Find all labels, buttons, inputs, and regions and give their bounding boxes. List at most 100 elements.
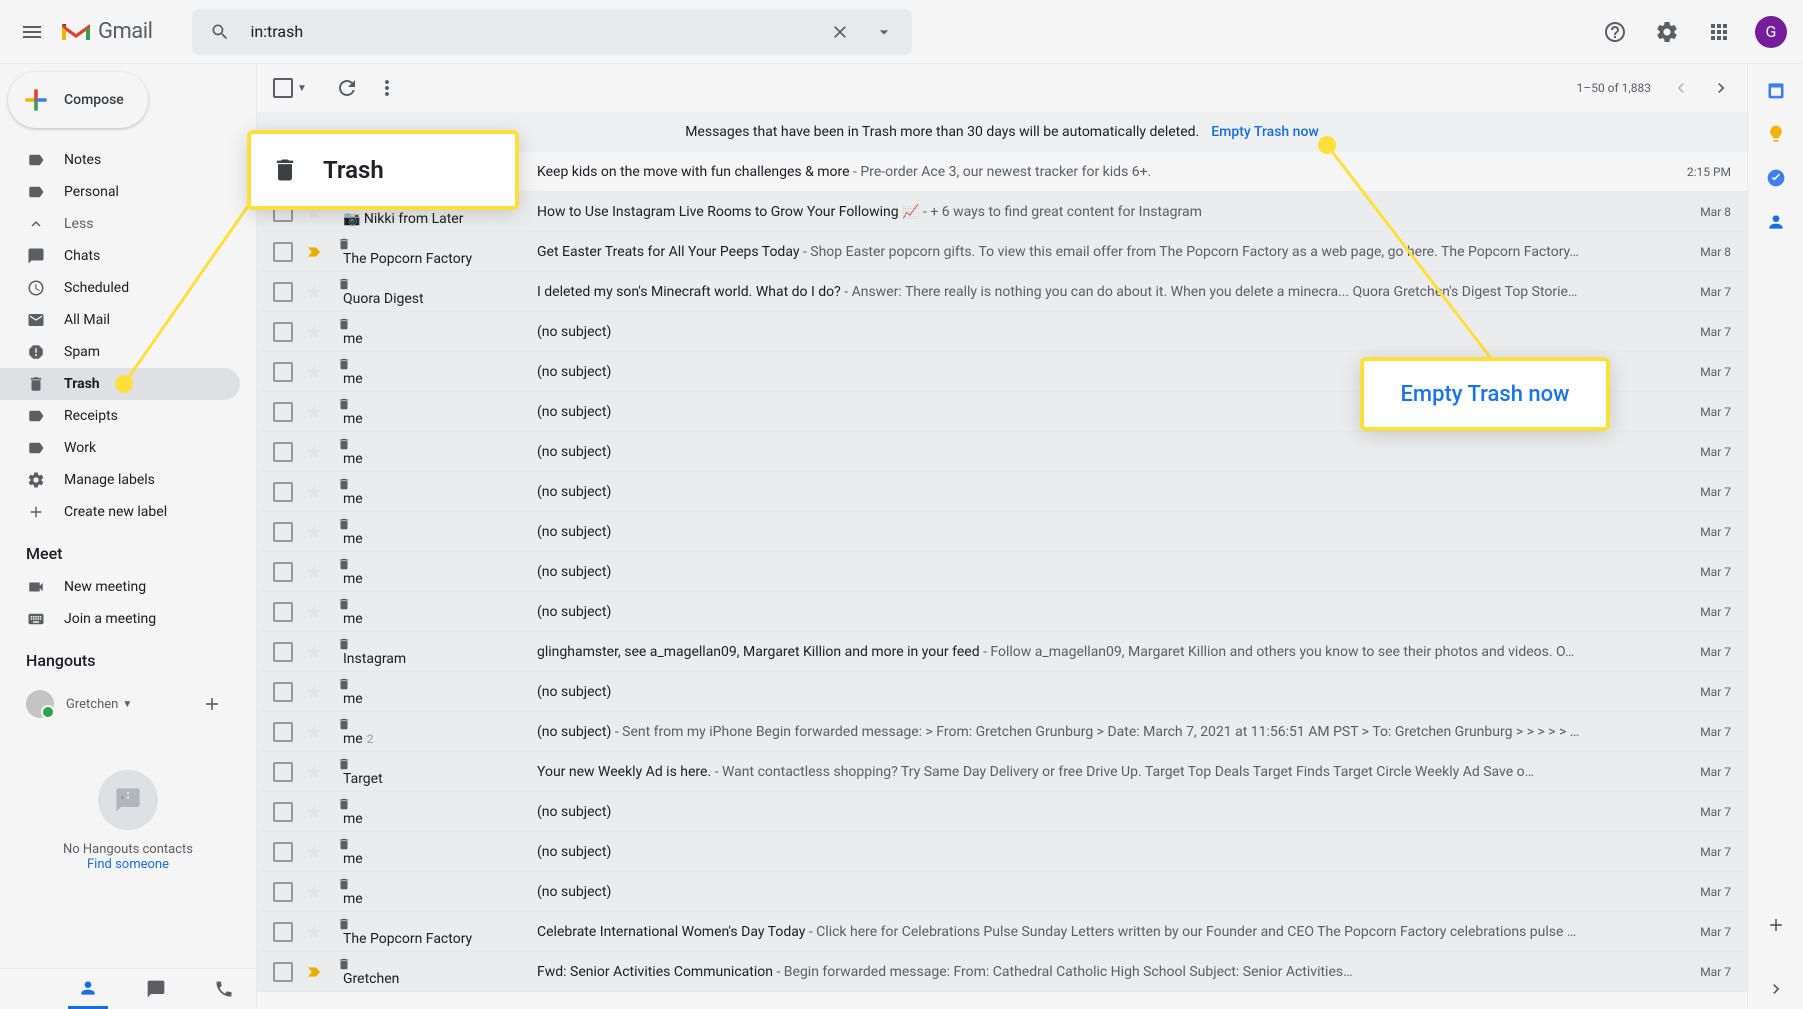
star-icon[interactable] <box>305 723 325 741</box>
mail-row[interactable]: The Popcorn FactoryCelebrate Internation… <box>257 912 1747 952</box>
star-icon[interactable] <box>305 483 325 501</box>
hangouts-tab-phone[interactable] <box>204 969 244 1009</box>
mail-row[interactable]: me(no subject)Mar 7 <box>257 352 1747 392</box>
star-icon[interactable] <box>305 283 325 301</box>
row-checkbox[interactable] <box>273 802 293 822</box>
search-icon[interactable] <box>198 10 242 54</box>
row-checkbox[interactable] <box>273 602 293 622</box>
contacts-addon-icon[interactable] <box>1766 212 1786 232</box>
mail-row[interactable]: Quora DigestI deleted my son's Minecraft… <box>257 272 1747 312</box>
search-bar[interactable] <box>192 9 912 55</box>
important-marker-icon[interactable] <box>305 963 325 981</box>
star-icon[interactable] <box>305 763 325 781</box>
row-checkbox[interactable] <box>273 962 293 982</box>
sidebar-item-scheduled[interactable]: Scheduled <box>0 272 240 304</box>
find-someone-link[interactable]: Find someone <box>20 857 236 872</box>
star-icon[interactable] <box>305 843 325 861</box>
mail-row[interactable]: me(no subject)Mar 7 <box>257 832 1747 872</box>
calendar-addon-icon[interactable] <box>1766 80 1786 100</box>
mail-row[interactable]: GretchenFwd: Senior Activities Communica… <box>257 952 1747 992</box>
mail-row[interactable]: TargetYour new Weekly Ad is here. - Want… <box>257 752 1747 792</box>
hangouts-tab-person[interactable] <box>68 969 108 1009</box>
row-checkbox[interactable] <box>273 842 293 862</box>
row-checkbox[interactable] <box>273 562 293 582</box>
clear-search-icon[interactable] <box>818 10 862 54</box>
mail-row[interactable]: me(no subject)Mar 7 <box>257 672 1747 712</box>
sidebar-item-spam[interactable]: Spam <box>0 336 240 368</box>
sidebar-item-create-new-label[interactable]: Create new label <box>0 496 240 528</box>
collapse-panel-button[interactable] <box>1766 979 1786 999</box>
sidebar-item-less[interactable]: Less <box>0 208 240 240</box>
mail-row[interactable]: The Popcorn FactoryGet Easter Treats for… <box>257 232 1747 272</box>
empty-trash-link[interactable]: Empty Trash now <box>1211 124 1319 140</box>
prev-page-button[interactable] <box>1671 78 1691 98</box>
row-checkbox[interactable] <box>273 722 293 742</box>
select-dropdown-icon[interactable]: ▼ <box>297 83 307 94</box>
star-icon[interactable] <box>305 683 325 701</box>
apps-button[interactable] <box>1695 8 1743 56</box>
search-options-icon[interactable] <box>862 10 906 54</box>
row-checkbox[interactable] <box>273 442 293 462</box>
mail-row[interactable]: Instagramglinghamster, see a_magellan09,… <box>257 632 1747 672</box>
account-avatar[interactable]: G <box>1755 16 1787 48</box>
sidebar-item-chats[interactable]: Chats <box>0 240 240 272</box>
mail-row[interactable]: me(no subject)Mar 7 <box>257 392 1747 432</box>
meet-item-new-meeting[interactable]: New meeting <box>0 571 240 603</box>
sidebar-item-personal[interactable]: Personal <box>0 176 240 208</box>
hangouts-self-row[interactable]: Gretchen ▼ <box>0 678 256 730</box>
row-checkbox[interactable] <box>273 682 293 702</box>
row-checkbox[interactable] <box>273 282 293 302</box>
mail-row[interactable]: me(no subject)Mar 7 <box>257 792 1747 832</box>
settings-button[interactable] <box>1643 8 1691 56</box>
new-hangout-button[interactable] <box>194 686 230 722</box>
mail-row[interactable]: me(no subject)Mar 7 <box>257 512 1747 552</box>
mail-row[interactable]: me(no subject)Mar 7 <box>257 552 1747 592</box>
star-icon[interactable] <box>305 923 325 941</box>
sidebar-item-notes[interactable]: Notes <box>0 144 240 176</box>
row-checkbox[interactable] <box>273 402 293 422</box>
important-marker-icon[interactable] <box>305 243 325 261</box>
star-icon[interactable] <box>305 803 325 821</box>
sidebar-item-work[interactable]: Work <box>0 432 240 464</box>
sidebar-item-manage-labels[interactable]: Manage labels <box>0 464 240 496</box>
get-addons-button[interactable] <box>1766 915 1786 935</box>
sidebar-item-all-mail[interactable]: All Mail <box>0 304 240 336</box>
tasks-addon-icon[interactable] <box>1766 168 1786 188</box>
mail-row[interactable]: me(no subject)Mar 7 <box>257 312 1747 352</box>
mail-row[interactable]: 📷 Nikki from LaterHow to Use Instagram L… <box>257 192 1747 232</box>
select-all-checkbox[interactable] <box>273 78 293 98</box>
star-icon[interactable] <box>305 563 325 581</box>
support-button[interactable] <box>1591 8 1639 56</box>
row-checkbox[interactable] <box>273 922 293 942</box>
row-checkbox[interactable] <box>273 642 293 662</box>
star-icon[interactable] <box>305 643 325 661</box>
mail-row[interactable]: Keep kids on the move with fun challenge… <box>257 152 1747 192</box>
row-checkbox[interactable] <box>273 202 293 222</box>
row-checkbox[interactable] <box>273 322 293 342</box>
row-checkbox[interactable] <box>273 482 293 502</box>
star-icon[interactable] <box>305 163 325 181</box>
row-checkbox[interactable] <box>273 882 293 902</box>
meet-item-join-a-meeting[interactable]: Join a meeting <box>0 603 240 635</box>
mail-row[interactable]: me(no subject)Mar 7 <box>257 472 1747 512</box>
gmail-logo[interactable]: Gmail <box>60 19 152 44</box>
star-icon[interactable] <box>305 203 325 221</box>
hangouts-dropdown-icon[interactable]: ▼ <box>122 699 132 710</box>
row-checkbox[interactable] <box>273 522 293 542</box>
main-menu-button[interactable] <box>8 8 56 56</box>
mail-row[interactable]: me2(no subject) - Sent from my iPhone Be… <box>257 712 1747 752</box>
star-icon[interactable] <box>305 323 325 341</box>
compose-button[interactable]: Compose <box>8 72 148 128</box>
mail-row[interactable]: me(no subject)Mar 7 <box>257 432 1747 472</box>
mail-row[interactable]: me(no subject)Mar 7 <box>257 872 1747 912</box>
row-checkbox[interactable] <box>273 762 293 782</box>
mail-list[interactable]: Keep kids on the move with fun challenge… <box>257 152 1747 1009</box>
row-checkbox[interactable] <box>273 242 293 262</box>
star-icon[interactable] <box>305 363 325 381</box>
star-icon[interactable] <box>305 403 325 421</box>
sidebar-item-receipts[interactable]: Receipts <box>0 400 240 432</box>
keep-addon-icon[interactable] <box>1766 124 1786 144</box>
star-icon[interactable] <box>305 603 325 621</box>
refresh-button[interactable] <box>327 68 367 108</box>
star-icon[interactable] <box>305 523 325 541</box>
